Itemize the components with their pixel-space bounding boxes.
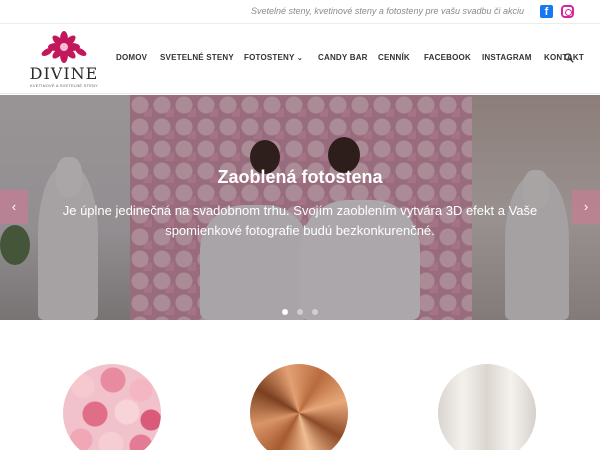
logo-name: DIVINE [29,64,99,83]
slider-dot-2[interactable] [297,309,303,315]
nav-item-cennik[interactable]: CENNÍK [378,53,410,62]
rose-wall-image[interactable] [63,364,161,450]
chevron-left-icon: ‹ [11,199,17,214]
nav-item-domov[interactable]: DOMOV [116,53,147,62]
copper-3d-wall-image[interactable] [250,364,348,450]
top-bar: Svetelné steny, kvetinové steny a fotost… [0,0,600,24]
slider-prev-button[interactable]: ‹ [0,190,28,224]
flower-logo-icon [41,31,87,63]
logo[interactable]: DIVINE KVETINOVÉ A SVETELNÉ STENY [26,28,102,90]
nav-item-facebook[interactable]: FACEBOOK [424,53,471,62]
nav-item-fotosteny-label: FOTOSTENY [244,53,295,62]
light-curtain-image[interactable] [438,364,536,450]
hero-text: Je úplne jedinečná na svadobnom trhu. Sv… [62,203,538,238]
logo-subtitle: KVETINOVÉ A SVETELNÉ STENY [30,83,98,88]
nav-item-fotosteny[interactable]: FOTOSTENY ⌄ [244,53,303,62]
instagram-icon[interactable] [561,5,574,18]
nav-item-svetelne-steny[interactable]: SVETELNÉ STENY [160,53,234,62]
chevron-right-icon: › [583,199,589,214]
hero-slider: Zaoblená fotostena Je úplne jedinečná na… [0,95,600,320]
search-icon[interactable] [564,53,574,63]
chevron-down-icon: ⌄ [296,55,303,62]
site-header: DIVINE KVETINOVÉ A SVETELNÉ STENY DOMOV … [0,24,600,94]
facebook-icon[interactable]: f [540,5,553,18]
slider-dot-3[interactable] [312,309,318,315]
slider-dot-1[interactable] [282,309,288,315]
hero-title: Zaoblená fotostena [217,167,383,187]
tagline: Svetelné steny, kvetinové steny a fotost… [251,6,524,16]
slider-next-button[interactable]: › [572,190,600,224]
nav-item-instagram[interactable]: INSTAGRAM [482,53,532,62]
nav-item-candy-bar[interactable]: CANDY BAR [318,53,368,62]
